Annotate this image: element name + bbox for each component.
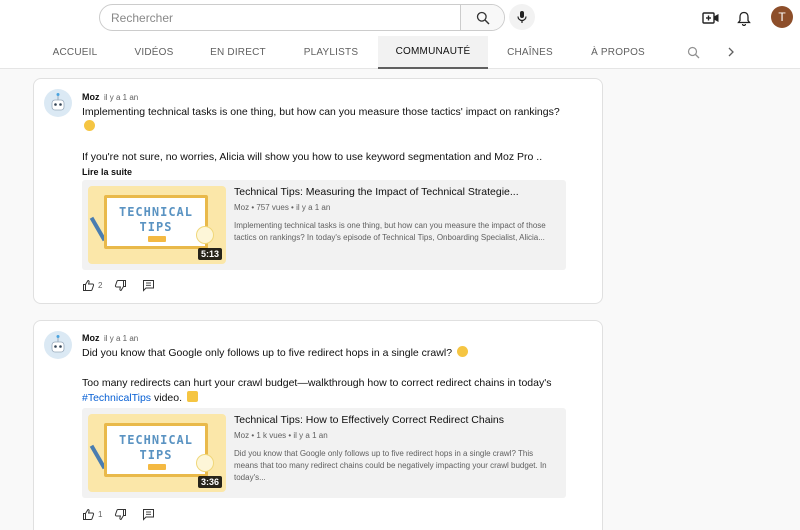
- account-avatar[interactable]: T: [771, 6, 793, 28]
- video-thumbnail[interactable]: TECHNICAL TIPS 3:36: [88, 414, 226, 492]
- video-description: Did you know that Google only follows up…: [234, 449, 547, 482]
- like-count: 2: [98, 280, 103, 290]
- create-video-button[interactable]: [700, 7, 722, 29]
- video-description: Implementing technical tasks is one thin…: [234, 221, 546, 242]
- thumbnail-text: TIPS: [139, 220, 173, 234]
- channel-tabs: ACCUEIL VIDÉOS EN DIRECT PLAYLISTS COMMU…: [0, 36, 800, 69]
- tab-chaines[interactable]: CHAÎNES: [496, 36, 564, 68]
- like-button[interactable]: 2: [82, 279, 102, 292]
- post-text-continued: If you're not sure, no worries, Alicia w…: [82, 151, 543, 163]
- tab-communaute[interactable]: COMMUNAUTÉ: [378, 36, 488, 69]
- like-button[interactable]: 1: [82, 508, 102, 521]
- video-meta: Moz • 757 vues • il y a 1 an: [234, 203, 331, 212]
- video-thumbnail[interactable]: TECHNICAL TIPS 5:13: [88, 186, 226, 264]
- tab-accueil[interactable]: ACCUEIL: [40, 36, 110, 68]
- video-meta: Moz • 1 k vues • il y a 1 an: [234, 431, 328, 440]
- video-duration: 5:13: [197, 248, 222, 260]
- moz-robot-icon: [51, 335, 65, 353]
- thumbnail-text: TIPS: [139, 448, 173, 462]
- post-actions: 1: [82, 507, 155, 521]
- hashtag-link[interactable]: #TechnicalTips: [82, 392, 151, 404]
- lightbulb-illustration: [196, 454, 214, 472]
- search-icon: [476, 11, 489, 24]
- community-post: Moz il y a 1 an Did you know that Google…: [33, 320, 603, 530]
- post-time[interactable]: il y a 1 an: [104, 93, 138, 102]
- post-author[interactable]: Moz: [82, 92, 100, 102]
- chevron-right-icon: [728, 47, 734, 57]
- comment-icon: [143, 279, 155, 292]
- video-title[interactable]: Technical Tips: How to Effectively Corre…: [234, 414, 554, 426]
- thumbs-down-icon: [115, 279, 127, 291]
- thumbnail-text: TECHNICAL: [118, 205, 194, 219]
- channel-search-button[interactable]: [685, 44, 701, 60]
- post-text-line: Did you know that Google only follows up…: [82, 347, 453, 359]
- thumbnail-text: TECHNICAL: [118, 433, 194, 447]
- comments-button[interactable]: [142, 508, 155, 521]
- post-text-line: video.: [151, 392, 182, 404]
- post-text-line: Implementing technical tasks is one thin…: [82, 106, 560, 118]
- thumbnail-tag: [148, 464, 166, 470]
- video-duration: 3:36: [197, 476, 222, 488]
- lightbulb-illustration: [196, 226, 214, 244]
- comment-icon: [143, 508, 155, 521]
- thumbs-up-icon: [83, 279, 95, 291]
- channel-avatar[interactable]: [44, 89, 72, 117]
- tab-a-propos[interactable]: À PROPOS: [578, 36, 658, 68]
- video-plus-icon: [702, 12, 719, 24]
- pointing-down-icon: [186, 391, 198, 402]
- post-actions: 2: [82, 278, 155, 292]
- tab-en-direct[interactable]: EN DIRECT: [198, 36, 278, 68]
- video-attachment[interactable]: TECHNICAL TIPS 5:13 Technical Tips: Meas…: [82, 180, 566, 270]
- microphone-icon: [517, 11, 527, 23]
- video-attachment[interactable]: TECHNICAL TIPS 3:36 Technical Tips: How …: [82, 408, 566, 498]
- post-text-continued: Too many redirects can hurt your crawl b…: [82, 376, 582, 406]
- voice-search-button[interactable]: [509, 4, 535, 30]
- search-input[interactable]: [100, 5, 461, 30]
- notifications-button[interactable]: [733, 7, 755, 29]
- post-time[interactable]: il y a 1 an: [104, 334, 138, 343]
- top-bar: T: [0, 0, 800, 36]
- dislike-button[interactable]: [114, 508, 127, 521]
- post-author[interactable]: Moz: [82, 333, 100, 343]
- like-count: 1: [98, 509, 103, 519]
- comments-button[interactable]: [142, 279, 155, 292]
- dislike-button[interactable]: [114, 279, 127, 292]
- bell-icon: [737, 11, 751, 26]
- thumbnail-tag: [148, 236, 166, 242]
- search-box: [99, 4, 505, 31]
- thumbnail-board: TECHNICAL TIPS: [104, 423, 208, 477]
- community-post: Moz il y a 1 an Implementing technical t…: [33, 78, 603, 304]
- thumbs-down-icon: [115, 508, 127, 520]
- face-with-glasses-icon: [456, 346, 468, 357]
- post-text-line: Too many redirects can hurt your crawl b…: [82, 377, 552, 389]
- moz-robot-icon: [51, 93, 65, 111]
- search-icon: [687, 46, 699, 58]
- channel-avatar[interactable]: [44, 331, 72, 359]
- video-title[interactable]: Technical Tips: Measuring the Impact of …: [234, 186, 554, 198]
- tab-videos[interactable]: VIDÉOS: [120, 36, 188, 68]
- post-text: Implementing technical tasks is one thin…: [82, 105, 562, 135]
- post-text: Did you know that Google only follows up…: [82, 346, 562, 361]
- read-more-link[interactable]: Lire la suite: [82, 167, 132, 177]
- thumbs-up-icon: [83, 508, 95, 520]
- tabs-scroll-right-button[interactable]: [723, 44, 739, 60]
- thumbnail-board: TECHNICAL TIPS: [104, 195, 208, 249]
- tab-playlists[interactable]: PLAYLISTS: [288, 36, 374, 68]
- thinking-face-icon: [84, 120, 95, 131]
- search-button[interactable]: [460, 5, 504, 30]
